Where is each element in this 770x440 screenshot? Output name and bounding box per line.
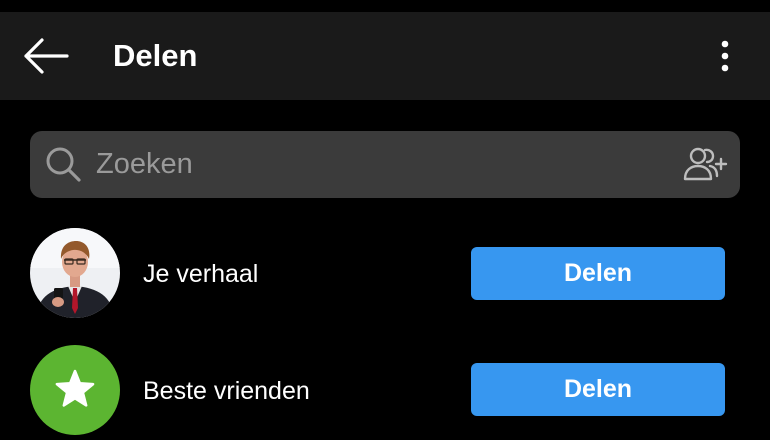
- search-bar[interactable]: [30, 131, 740, 198]
- add-people-icon[interactable]: [682, 145, 728, 183]
- share-row-your-story[interactable]: Je verhaal Delen: [0, 223, 770, 323]
- profile-photo: [30, 228, 120, 318]
- page-title: Delen: [113, 38, 198, 73]
- search-input[interactable]: [96, 131, 656, 198]
- arrow-left-icon: [24, 38, 69, 74]
- share-close-friends-button[interactable]: Delen: [471, 363, 725, 416]
- avatar: [30, 228, 120, 318]
- share-story-button[interactable]: Delen: [471, 247, 725, 300]
- more-vertical-icon: [721, 40, 729, 72]
- share-target-label: Je verhaal: [143, 260, 259, 288]
- more-options-button[interactable]: [710, 36, 740, 76]
- close-friends-avatar: [30, 345, 120, 435]
- back-button[interactable]: [18, 34, 72, 78]
- share-row-close-friends[interactable]: Beste vrienden Delen: [0, 340, 770, 440]
- share-target-label: Beste vrienden: [143, 377, 310, 405]
- search-icon: [46, 147, 81, 182]
- app-bar: Delen: [0, 12, 770, 100]
- status-strip: [0, 0, 770, 12]
- star-icon: [55, 369, 95, 407]
